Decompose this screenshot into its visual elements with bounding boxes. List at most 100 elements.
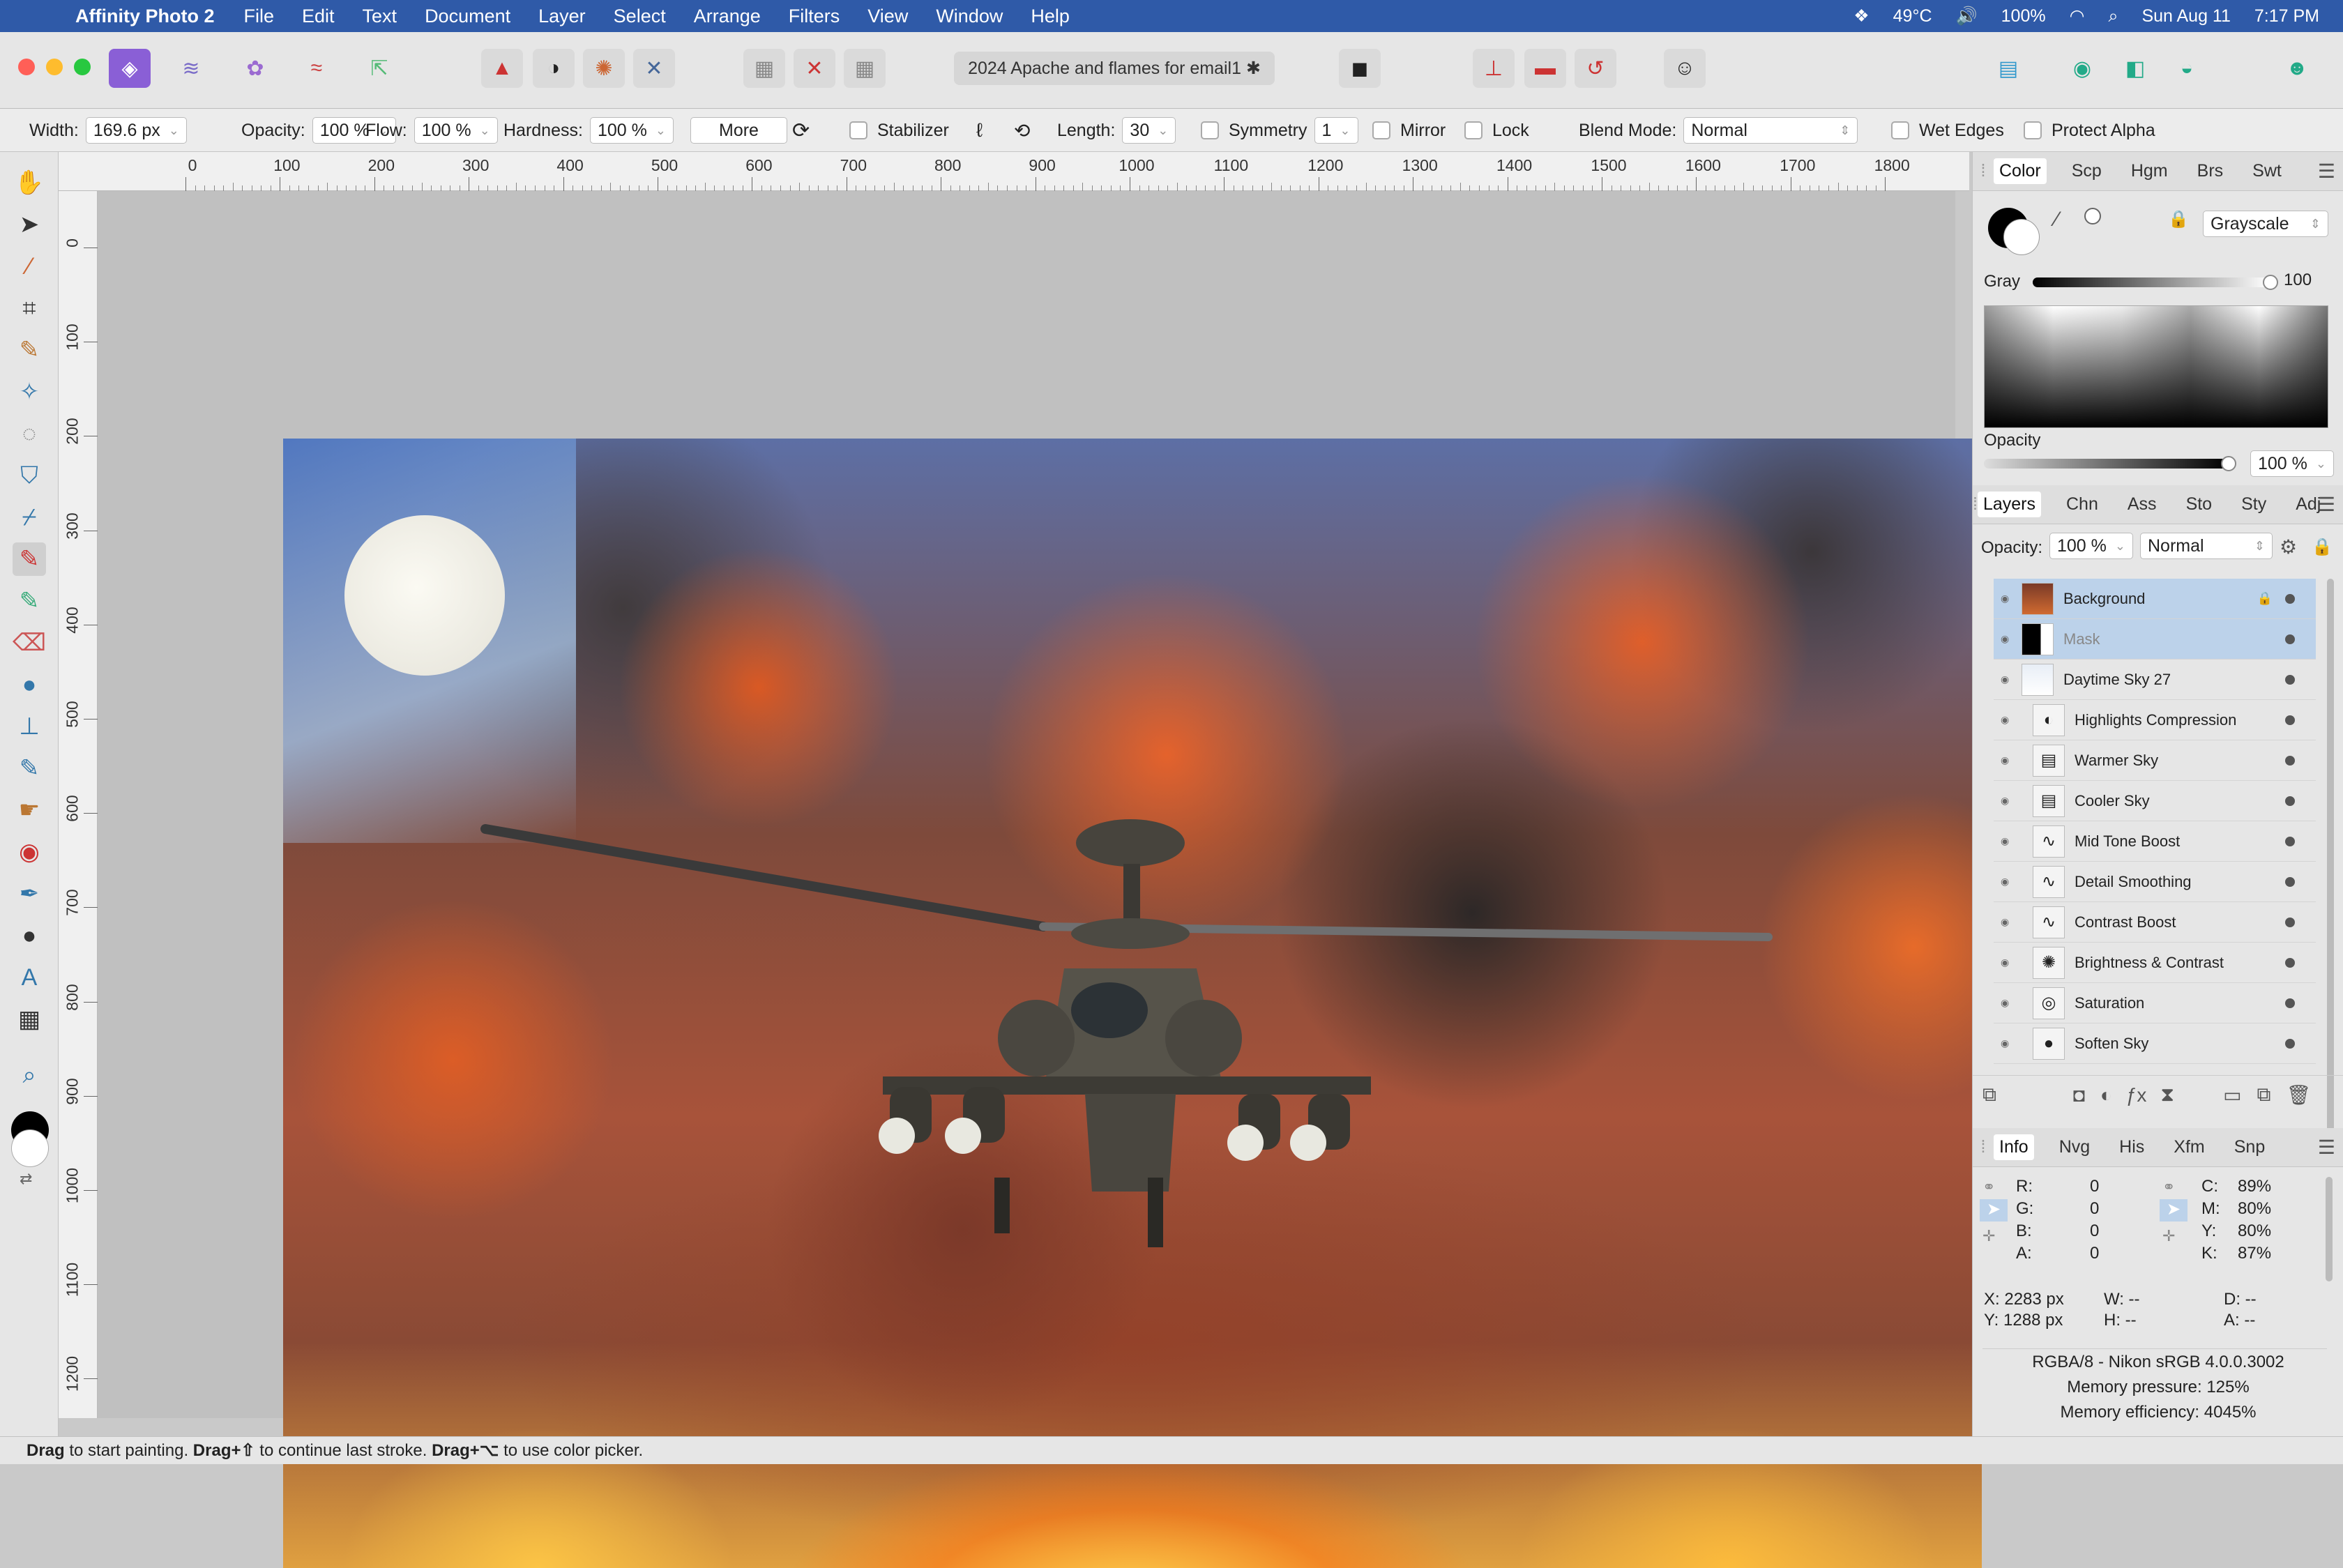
sampler-icon[interactable]: ⚭ bbox=[1982, 1178, 1995, 1196]
tab-snapshots[interactable]: Snp bbox=[2230, 1137, 2269, 1157]
layer-visibility-dot[interactable] bbox=[2285, 957, 2295, 968]
align-icon[interactable]: ▤ bbox=[1987, 49, 2029, 88]
panel-menu-icon[interactable]: ☰ bbox=[2318, 160, 2335, 183]
smudge-tool-icon[interactable]: ☛ bbox=[13, 793, 46, 827]
info-scrollbar[interactable] bbox=[2326, 1177, 2333, 1281]
hand-tool-icon[interactable]: ✋ bbox=[13, 166, 46, 199]
stabilizer-checkbox[interactable] bbox=[849, 121, 867, 139]
menu-file[interactable]: File bbox=[243, 6, 274, 27]
window-zoom-button[interactable] bbox=[74, 59, 91, 75]
dodge-tool-icon[interactable]: ● bbox=[13, 668, 46, 701]
pointer-icon[interactable]: ➤ bbox=[1980, 1199, 2008, 1221]
trash-icon[interactable]: 🗑 bbox=[2287, 1083, 2312, 1106]
color-mode-select[interactable]: Grayscale ⇕ bbox=[2203, 211, 2328, 237]
gray-slider-handle[interactable] bbox=[2263, 275, 2278, 290]
menu-text[interactable]: Text bbox=[363, 6, 397, 27]
wifi-icon[interactable]: ◠ bbox=[2070, 6, 2085, 26]
invert-selection-icon[interactable]: ▦ bbox=[844, 49, 886, 88]
tab-layers[interactable]: Layers bbox=[1977, 492, 2041, 517]
width-field[interactable]: 169.6 px ⌄ bbox=[85, 117, 187, 144]
layer-visibility-dot[interactable] bbox=[2285, 796, 2295, 806]
secondary-color-swatch[interactable] bbox=[11, 1129, 49, 1167]
picked-color-swatch[interactable] bbox=[2084, 208, 2101, 224]
symmetry-checkbox[interactable] bbox=[1201, 121, 1219, 139]
visibility-icon[interactable]: ◉ bbox=[2001, 835, 2009, 847]
tab-navigator[interactable]: Nvg bbox=[2055, 1137, 2094, 1157]
tab-swatches[interactable]: Swt bbox=[2248, 161, 2286, 181]
gray-slider[interactable] bbox=[2033, 277, 2270, 287]
opacity-slider[interactable] bbox=[1984, 459, 2228, 469]
battery-status[interactable]: 100% bbox=[2001, 6, 2046, 26]
window-mode-icon[interactable]: ⟲ bbox=[1014, 119, 1030, 142]
duplicate-layer-icon[interactable]: ⧉ bbox=[2257, 1083, 2271, 1106]
grip-icon[interactable]: ⁞ bbox=[1973, 1137, 1994, 1157]
menu-arrange[interactable]: Arrange bbox=[694, 6, 761, 27]
gradient-tool-icon[interactable]: ⌿ bbox=[13, 501, 46, 534]
gear-icon[interactable]: ⚙ bbox=[2280, 535, 2297, 558]
visibility-icon[interactable]: ◉ bbox=[2001, 957, 2009, 968]
sampler-icon[interactable]: ⚭ bbox=[2162, 1178, 2175, 1196]
layer-options-icon[interactable]: ⧉ bbox=[1982, 1083, 1996, 1106]
flood-select-tool-icon[interactable]: ✧ bbox=[13, 375, 46, 409]
layer-row[interactable]: ◉ ▤ Cooler Sky bbox=[1994, 781, 2316, 821]
more-button[interactable]: More bbox=[690, 117, 787, 144]
lock-icon[interactable]: 🔒 bbox=[2312, 537, 2333, 557]
blemish-tool-icon[interactable]: ✎ bbox=[13, 752, 46, 785]
assistant-icon[interactable]: ▬ bbox=[1524, 49, 1566, 88]
window-minimize-button[interactable] bbox=[46, 59, 63, 75]
pen-tool-icon[interactable]: ✒ bbox=[13, 877, 46, 911]
tab-styles[interactable]: Sty bbox=[2237, 494, 2270, 515]
layer-blend-select[interactable]: Normal ⇕ bbox=[2140, 533, 2273, 559]
menu-help[interactable]: Help bbox=[1031, 6, 1070, 27]
menu-layer[interactable]: Layer bbox=[538, 6, 586, 27]
eyedropper-icon[interactable]: ⁄ bbox=[2055, 208, 2058, 231]
document-image[interactable] bbox=[283, 439, 1982, 1568]
selection-mode-icon[interactable]: ▦ bbox=[743, 49, 785, 88]
visibility-icon[interactable]: ◉ bbox=[2001, 1037, 2009, 1049]
menubar-date[interactable]: Sun Aug 11 bbox=[2141, 6, 2230, 26]
gray-value[interactable]: 100 bbox=[2284, 271, 2312, 290]
crosshair-icon[interactable]: ✛ bbox=[2162, 1227, 2175, 1245]
pointer-icon[interactable]: ➤ bbox=[2160, 1199, 2187, 1221]
text-tool-icon[interactable]: A bbox=[13, 961, 46, 994]
menubar-time[interactable]: 7:17 PM bbox=[2254, 6, 2319, 26]
stroke-color-swatch[interactable] bbox=[2003, 219, 2040, 255]
menu-filters[interactable]: Filters bbox=[789, 6, 840, 27]
tab-history[interactable]: His bbox=[2115, 1137, 2148, 1157]
document-tab[interactable]: 2024 Apache and flames for email1 ✱ bbox=[954, 52, 1275, 85]
account-icon[interactable]: ☻ bbox=[2276, 49, 2318, 88]
menu-document[interactable]: Document bbox=[425, 6, 510, 27]
mask-layer-icon[interactable]: ◘ bbox=[2073, 1084, 2085, 1106]
crosshair-icon[interactable]: ✛ bbox=[1982, 1227, 1995, 1245]
horizontal-ruler[interactable]: 0 100 200 300 400 500 600 700 800 900 1000 1100 1200… bbox=[59, 152, 1969, 191]
layer-row[interactable]: ◉ Mask bbox=[1994, 619, 2316, 660]
tab-scope[interactable]: Scp bbox=[2068, 161, 2106, 181]
clone-tool-icon[interactable]: ⊥ bbox=[13, 710, 46, 743]
visibility-icon[interactable]: ◉ bbox=[2001, 714, 2009, 726]
marquee-tool-icon[interactable]: ◌ bbox=[13, 417, 46, 450]
opacity-slider-handle[interactable] bbox=[2221, 456, 2236, 471]
search-icon[interactable]: ⌕ bbox=[2108, 6, 2118, 26]
move-tool-icon[interactable]: ➤ bbox=[13, 208, 46, 241]
paint-brush-tool-icon[interactable]: ✎ bbox=[13, 542, 46, 576]
chat-icon[interactable]: ☺ bbox=[1664, 49, 1706, 88]
canvas-area[interactable] bbox=[98, 191, 1982, 1568]
menu-view[interactable]: View bbox=[867, 6, 908, 27]
snapping-icon[interactable]: ⊥ bbox=[1473, 49, 1515, 88]
app-menu[interactable]: Affinity Photo 2 bbox=[75, 6, 214, 27]
tab-channels[interactable]: Chn bbox=[2062, 494, 2102, 515]
panel-menu-icon[interactable]: ☰ bbox=[2318, 1136, 2335, 1159]
visibility-icon[interactable]: ◉ bbox=[2001, 876, 2009, 888]
tab-assets[interactable]: Ass bbox=[2123, 494, 2161, 515]
dropbox-icon[interactable]: ❖ bbox=[1853, 6, 1869, 26]
lock-icon[interactable]: 🔒 bbox=[2257, 591, 2273, 606]
liquify-persona-icon[interactable]: ≋ bbox=[170, 49, 212, 88]
layer-row[interactable]: ◉ ∿ Contrast Boost bbox=[1994, 902, 2316, 943]
layer-visibility-dot[interactable] bbox=[2285, 755, 2295, 766]
gray-spectrum[interactable] bbox=[1984, 305, 2328, 428]
lock-checkbox[interactable] bbox=[1464, 121, 1483, 139]
layer-visibility-dot[interactable] bbox=[2285, 1038, 2295, 1049]
length-field[interactable]: 30 ⌄ bbox=[1122, 117, 1176, 144]
brush-settings-icon[interactable]: ⟳ bbox=[792, 119, 810, 143]
menu-select[interactable]: Select bbox=[614, 6, 666, 27]
